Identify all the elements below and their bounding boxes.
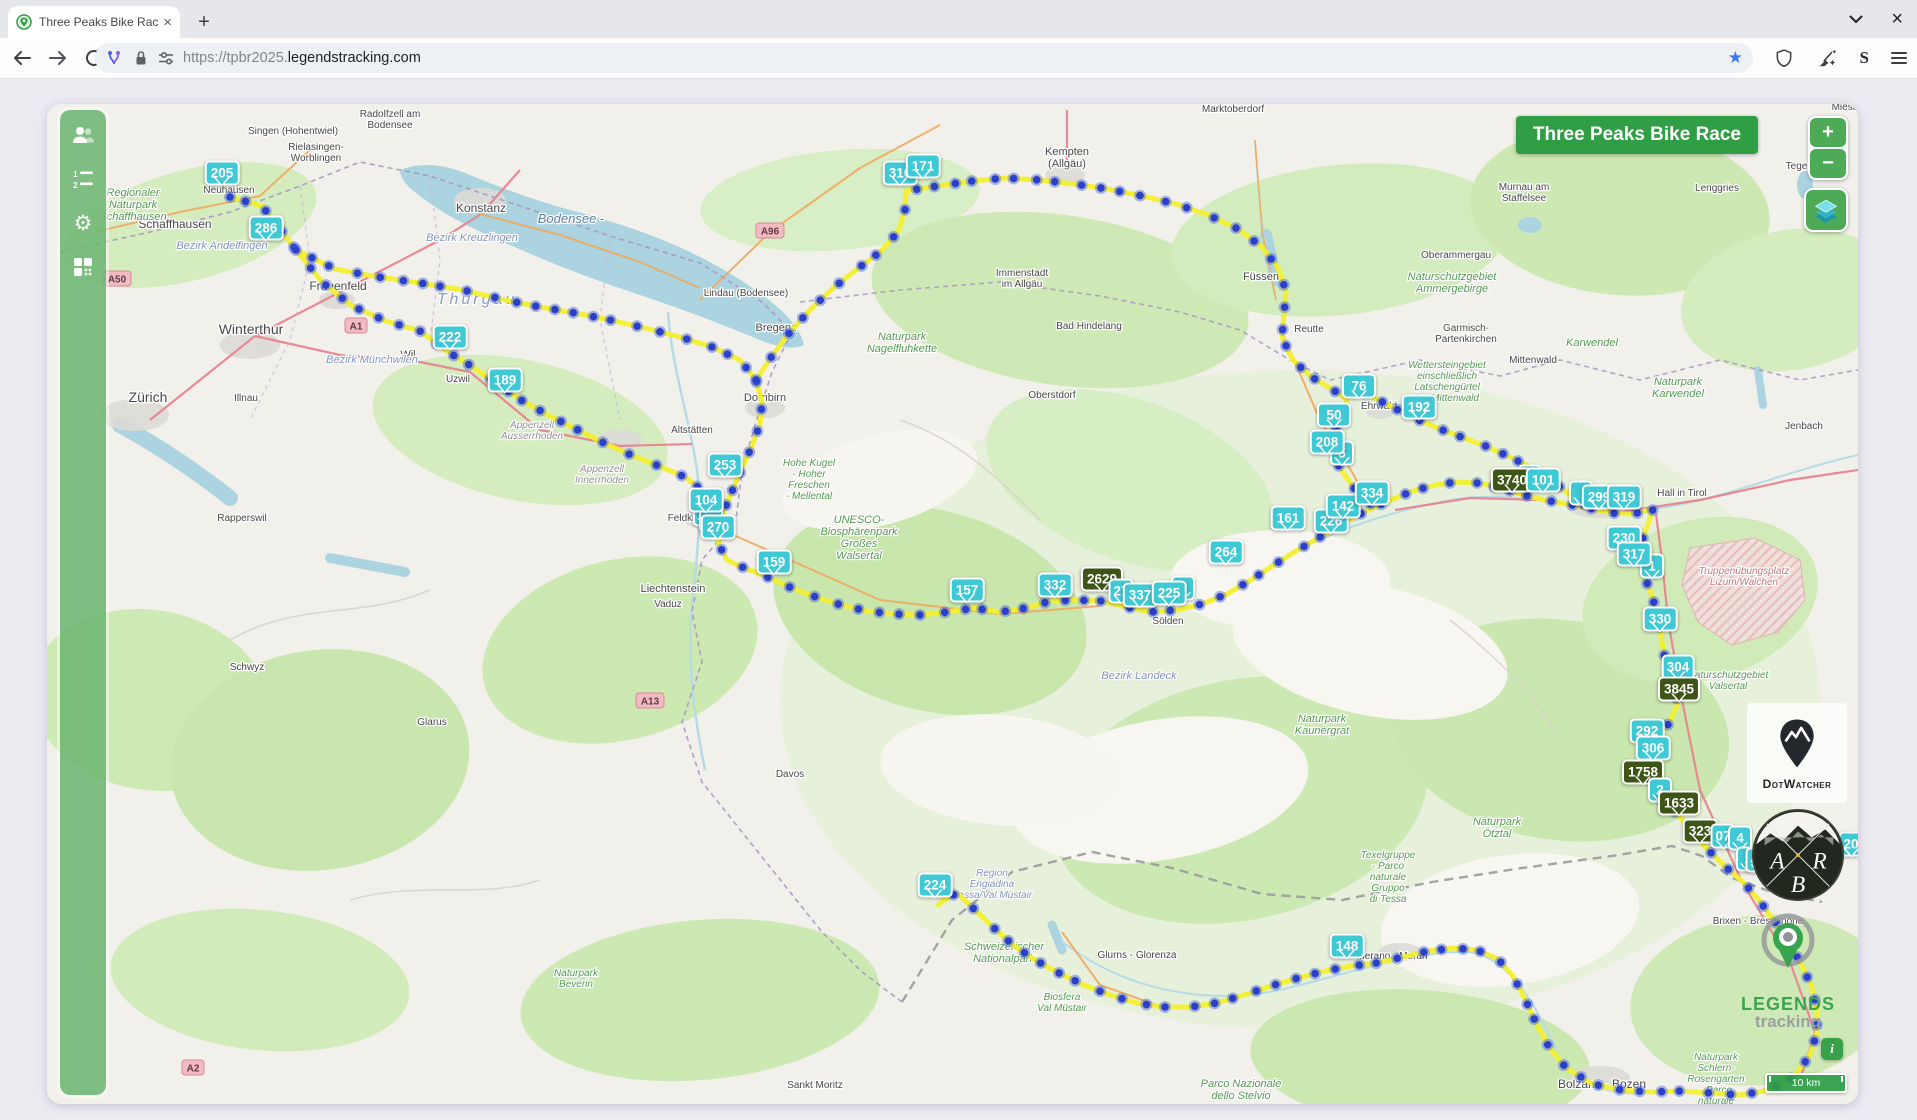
- tab-title: Three Peaks Bike Race -: [39, 15, 160, 29]
- arb-logo[interactable]: A R B: [1751, 808, 1845, 902]
- window-close-icon[interactable]: ×: [1891, 9, 1903, 29]
- url-text[interactable]: https://tpbr2025.legendstracking.com: [183, 50, 421, 66]
- rider-marker[interactable]: 270: [700, 514, 736, 540]
- rider-marker[interactable]: 222: [432, 324, 468, 350]
- tab-close-icon[interactable]: ×: [163, 15, 172, 30]
- rider-marker[interactable]: 171: [905, 153, 941, 179]
- shield-extension-icon[interactable]: [1774, 47, 1794, 69]
- rider-marker[interactable]: 334: [1354, 480, 1390, 506]
- rider-marker[interactable]: 101: [1525, 467, 1561, 493]
- rider-marker[interactable]: 224: [917, 872, 953, 898]
- layers-icon: [1814, 199, 1838, 223]
- rider-marker[interactable]: 161: [1270, 505, 1306, 531]
- dotwatcher-logo[interactable]: DotWatcher: [1747, 703, 1847, 803]
- map-zoom-control: + −: [1808, 116, 1848, 180]
- rider-marker[interactable]: 50: [1317, 402, 1351, 428]
- layers-button[interactable]: [1804, 188, 1848, 232]
- extension-fork-icon[interactable]: [105, 49, 123, 67]
- race-title-banner: Three Peaks Bike Race: [1515, 116, 1758, 154]
- rider-marker[interactable]: 253: [707, 452, 743, 478]
- sidebar-settings-button[interactable]: ⚙: [68, 210, 98, 236]
- map-container[interactable]: SchaffhausenNeuhausenSingen (Hohentwiel)…: [47, 104, 1858, 1104]
- map-info-button[interactable]: i: [1821, 1038, 1843, 1060]
- scale-label: 10 km: [1791, 1077, 1821, 1089]
- menu-hamburger-icon[interactable]: [1891, 52, 1907, 64]
- rider-marker[interactable]: 330: [1642, 606, 1678, 632]
- arb-letter-b: B: [1791, 872, 1805, 898]
- users-icon: [73, 127, 94, 143]
- rider-marker[interactable]: 319: [1606, 484, 1642, 510]
- grid-icon: [74, 258, 92, 276]
- rider-marker[interactable]: 192: [1401, 394, 1437, 420]
- lock-icon[interactable]: [133, 49, 149, 67]
- gear-icon: ⚙: [73, 211, 93, 235]
- sidebar-grid-button[interactable]: [68, 254, 98, 280]
- rider-marker[interactable]: 332: [1037, 572, 1073, 598]
- bookmark-star-icon[interactable]: ★: [1728, 48, 1743, 68]
- browser-tab[interactable]: Three Peaks Bike Race - ×: [8, 6, 180, 38]
- s-extension-icon[interactable]: S: [1860, 48, 1869, 68]
- forward-button[interactable]: [46, 46, 70, 70]
- sidebar-ranking-button[interactable]: 1 2: [68, 166, 98, 192]
- svg-text:1: 1: [73, 169, 78, 179]
- url-domain: legendstracking.com: [287, 50, 421, 66]
- url-bar[interactable]: https://tpbr2025.legendstracking.com ★: [95, 43, 1753, 73]
- rider-marker[interactable]: 157: [949, 577, 985, 603]
- legends-label-bottom: tracking: [1754, 1012, 1822, 1031]
- rider-marker[interactable]: 205: [204, 160, 240, 186]
- rider-marker[interactable]: 225: [1151, 580, 1187, 606]
- zoom-in-button[interactable]: +: [1810, 118, 1846, 147]
- dotwatcher-label: DotWatcher: [1762, 777, 1832, 791]
- rider-marker[interactable]: 286: [248, 215, 284, 241]
- svg-text:2: 2: [73, 180, 78, 190]
- dotwatcher-pin-icon: [1780, 719, 1814, 768]
- map-scale-bar: 10 km: [1765, 1073, 1847, 1093]
- legends-pin-icon: [1761, 913, 1815, 968]
- rider-marker[interactable]: 3845: [1657, 676, 1701, 702]
- tab-favicon-map-pin-icon: [16, 14, 32, 30]
- zoom-out-button[interactable]: −: [1810, 149, 1846, 178]
- rider-marker[interactable]: 189: [487, 367, 523, 393]
- rider-marker[interactable]: 306: [1635, 735, 1671, 761]
- browser-tab-strip: Three Peaks Bike Race - × + ×: [0, 0, 1917, 38]
- rider-marker[interactable]: 104: [688, 487, 724, 513]
- rider-marker[interactable]: 317: [1616, 541, 1652, 567]
- map-sidebar: 1 2 ⚙: [57, 107, 109, 1098]
- arb-letter-a: A: [1768, 849, 1785, 875]
- new-tab-button[interactable]: +: [190, 8, 218, 36]
- rider-marker[interactable]: 159: [756, 549, 792, 575]
- rider-marker[interactable]: 1633: [1657, 790, 1701, 816]
- back-button[interactable]: [10, 46, 34, 70]
- tune-icon[interactable]: [157, 50, 175, 66]
- rider-marker[interactable]: 148: [1329, 933, 1365, 959]
- sidebar-riders-button[interactable]: [68, 122, 98, 148]
- rider-marker[interactable]: 264: [1208, 539, 1244, 565]
- browser-toolbar: https://tpbr2025.legendstracking.com ★ S: [0, 38, 1917, 79]
- rider-marker[interactable]: 76: [1342, 373, 1376, 399]
- numbered-list-icon: 1 2: [73, 169, 93, 190]
- cleaner-broom-icon[interactable]: [1816, 47, 1838, 69]
- arb-letter-r: R: [1811, 849, 1826, 875]
- rider-markers-layer: 205 286 222 189 253 104 270 159 157 332 2629 27 337 2…: [47, 104, 1858, 1104]
- url-scheme: https://tpbr2025.: [183, 50, 288, 66]
- tab-list-chevron-icon[interactable]: [1849, 15, 1863, 24]
